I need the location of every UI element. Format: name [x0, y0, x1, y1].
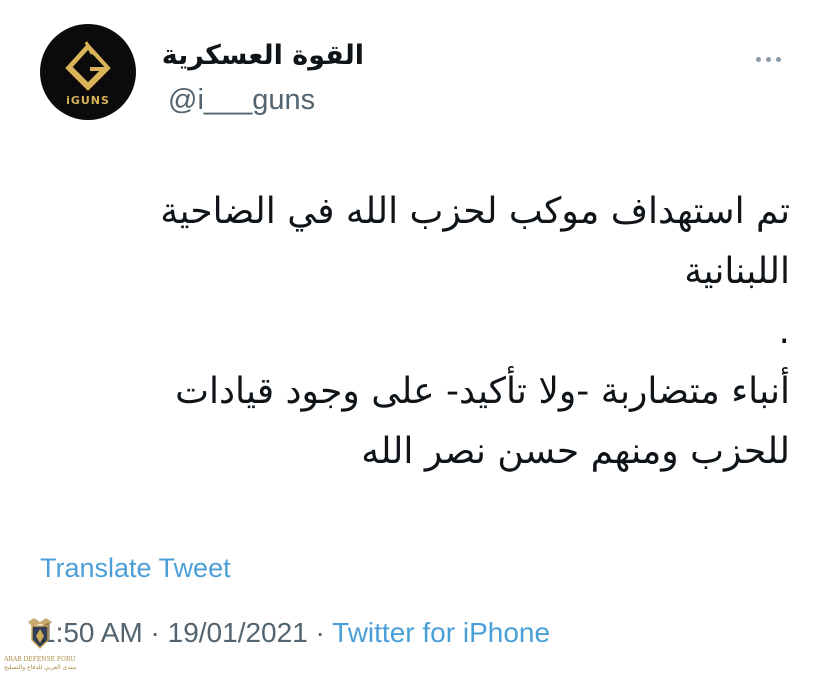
more-options-button[interactable] — [752, 50, 786, 68]
meta-separator: · — [307, 617, 333, 648]
tweet-date[interactable]: 19/01/2021 — [168, 617, 308, 648]
more-horizontal-icon — [776, 57, 781, 62]
author-display-name[interactable]: القوة العسكرية — [162, 36, 364, 76]
avatar[interactable]: iGUNS — [40, 24, 136, 120]
tweet-meta: 1:50 AM · 19/01/2021 · Twitter for iPhon… — [40, 612, 550, 654]
tweet-text-line: تم استهداف موكب لحزب الله في الضاحية — [160, 191, 790, 232]
tweet-text-line: للحزب ومنهم حسن نصر الله — [361, 431, 790, 472]
tweet-text-line: . — [778, 311, 790, 352]
tweet-source-link[interactable]: Twitter for iPhone — [332, 617, 550, 648]
tweet-text: تم استهداف موكب لحزب الله في الضاحية الل… — [40, 182, 790, 482]
more-horizontal-icon — [766, 57, 771, 62]
eagle-shield-icon — [28, 618, 52, 650]
more-horizontal-icon — [756, 57, 761, 62]
tweet-text-line: اللبنانية — [684, 251, 790, 292]
watermark-title: ARAB DEFENSE FORUM — [4, 656, 76, 663]
tweet-card: iGUNS القوة العسكرية @i___guns تم استهدا… — [0, 0, 828, 680]
translate-tweet-link[interactable]: Translate Tweet — [40, 548, 231, 588]
author-handle[interactable]: @i___guns — [168, 80, 315, 120]
avatar-brand-text: iGUNS — [66, 94, 110, 107]
meta-separator: · — [142, 617, 168, 648]
tweet-text-line: أنباء متضاربة -ولا تأكيد- على وجود قيادا… — [175, 371, 790, 412]
watermark: ARAB DEFENSE FORUM المنتدى العربي للدفاع… — [4, 612, 76, 676]
watermark-subtitle: المنتدى العربي للدفاع والتسليح — [4, 664, 76, 671]
